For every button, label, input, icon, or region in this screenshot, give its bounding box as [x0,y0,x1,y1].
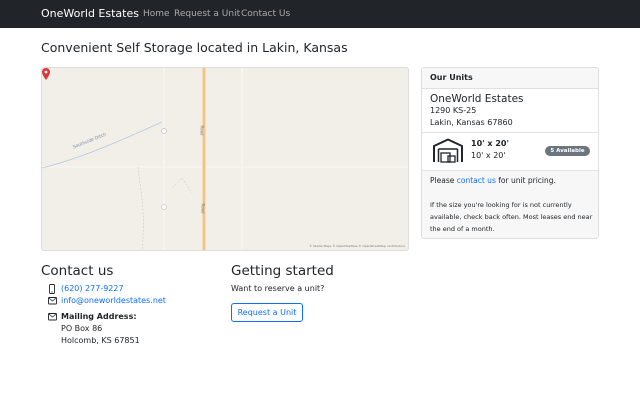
pricing-prefix: Please [430,176,457,185]
pricing-suffix: for unit pricing. [495,176,556,185]
location-name: OneWorld Estates [430,93,524,105]
request-unit-button[interactable]: Request a Unit [231,303,303,322]
our-units-card: Our Units OneWorld Estates 1290 KS-25 La… [421,67,599,239]
map-label-road: Road [199,125,205,136]
nav-request-unit[interactable]: Request a Unit [174,9,240,19]
mailing-address-line1: PO Box 86 [61,324,103,333]
contact-title: Contact us [41,263,114,279]
location-map[interactable]: Southside Ditch Road Road © Stadia Maps … [41,67,409,251]
phone-link[interactable]: (620) 277-9227 [61,284,124,293]
nav-home[interactable]: Home [143,9,170,19]
mailing-address-line2: Holcomb, KS 67851 [61,336,140,345]
unit-size: 10' x 20' [471,139,509,148]
getting-started-text: Want to reserve a unit? [231,284,325,293]
card-divider [422,132,598,133]
location-address-line1: 1290 KS-25 [430,106,477,115]
unit-dimensions: 10' x 20' [471,151,506,160]
card-footer-divider [422,170,598,171]
contact-us-link[interactable]: contact us [457,176,496,185]
card-header-title: Our Units [430,73,473,82]
navbar: OneWorld Estates Home Request a Unit Con… [0,0,640,28]
location-address-line2: Lakin, Kansas 67860 [430,118,513,127]
brand-link[interactable]: OneWorld Estates [41,7,139,20]
phone-icon [49,284,55,294]
nav-contact-us[interactable]: Contact Us [241,9,290,19]
page-title: Convenient Self Storage located in Lakin… [41,40,348,55]
getting-started-title: Getting started [231,263,334,279]
availability-note: If the size you're looking for is not cu… [430,201,593,233]
envelope-icon [48,297,57,305]
map-tiles [42,68,408,250]
availability-badge: 5 Available [545,146,590,156]
mailing-address-label: Mailing Address: [61,312,137,321]
mail-envelope-icon [48,313,57,321]
email-link[interactable]: info@oneworldestates.net [61,296,166,305]
map-label-road-south: Road [200,203,206,214]
map-attribution[interactable]: © Stadia Maps © OpenMapTiles © OpenStree… [309,244,405,248]
garage-icon [433,138,463,163]
card-header: Our Units [422,68,598,89]
map-pin-icon[interactable] [42,68,50,80]
pricing-text: Please contact us for unit pricing. [430,176,556,185]
